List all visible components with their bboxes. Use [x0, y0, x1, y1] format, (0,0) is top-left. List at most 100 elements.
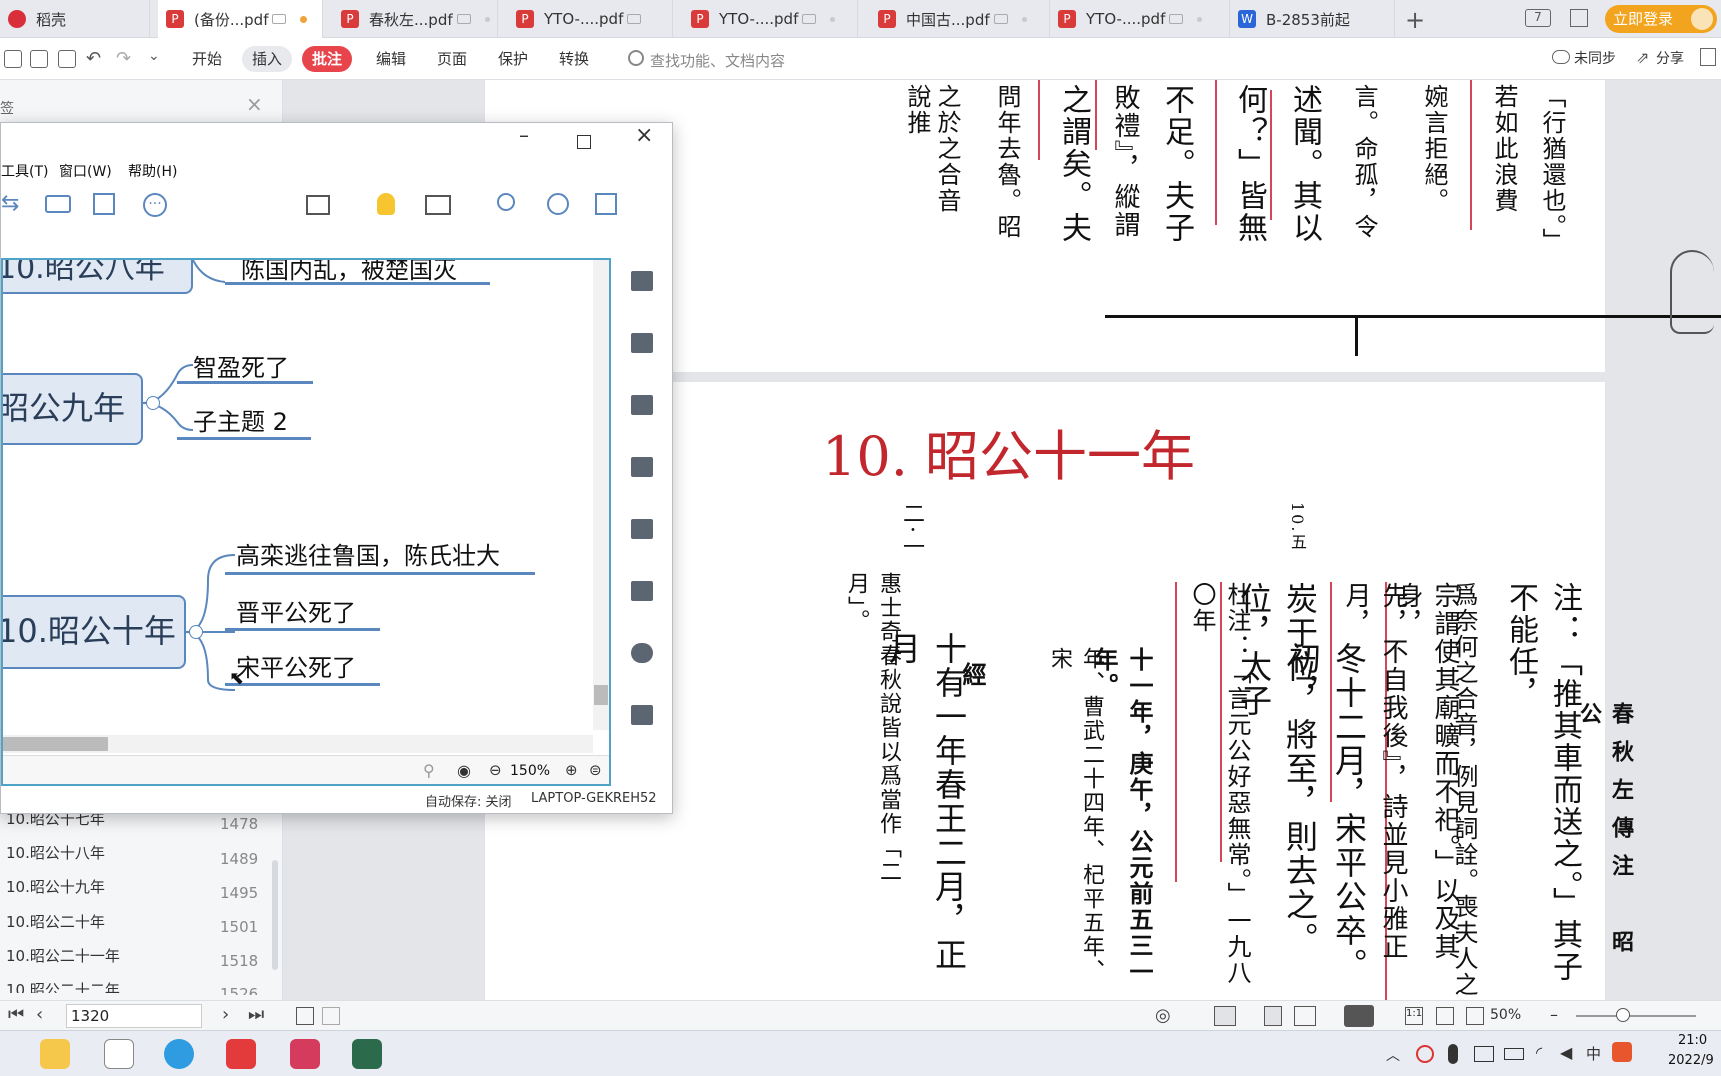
expand-icon[interactable]	[1700, 48, 1716, 66]
maximize-icon[interactable]	[577, 135, 591, 149]
close-window-icon[interactable]: ×	[635, 123, 653, 148]
sync-status[interactable]: 未同步	[1574, 48, 1616, 68]
notes-icon[interactable]	[425, 195, 451, 215]
share-icon[interactable]	[547, 193, 569, 215]
close-dot[interactable]	[1197, 16, 1203, 22]
last-page-icon[interactable]: ⏭	[248, 1004, 264, 1025]
mindmap-subnode[interactable]: 智盈死了	[193, 348, 289, 383]
battery-icon[interactable]	[1504, 1048, 1524, 1060]
swap-icon[interactable]: ⇆	[1, 191, 19, 216]
close-dot[interactable]	[1021, 16, 1027, 22]
menu-start[interactable]: 开始	[182, 46, 232, 72]
play-icon[interactable]	[1344, 1005, 1374, 1027]
mindmap-node[interactable]: 10.昭公十年	[3, 595, 186, 669]
menu-help[interactable]: 帮助(H)	[128, 161, 177, 181]
collapse-toggle[interactable]	[146, 396, 160, 410]
window-badge-icon[interactable]: 7	[1525, 9, 1551, 27]
more-icon[interactable]: ···	[143, 193, 167, 217]
first-page-icon[interactable]: ⏮	[8, 1004, 24, 1025]
outline-item[interactable]: 10.昭公二十年	[6, 911, 105, 932]
export-icon[interactable]	[595, 193, 617, 215]
continuous-icon[interactable]	[1264, 1006, 1282, 1026]
tab-active-pdf[interactable]: P (备份...pdf	[158, 0, 323, 38]
zoom-slider[interactable]	[1576, 1008, 1696, 1022]
format-brush-icon[interactable]	[631, 333, 653, 353]
next-page-icon[interactable]: ›	[222, 1004, 229, 1025]
clock-time[interactable]: 21:0	[1678, 1033, 1707, 1048]
xmind-icon[interactable]	[290, 1039, 320, 1069]
mindmap-node[interactable]: 10.昭公八年	[3, 260, 193, 294]
scroll-thumb[interactable]	[3, 737, 108, 751]
ime-indicator[interactable]: 中	[1586, 1043, 1601, 1064]
record-icon[interactable]	[1416, 1045, 1434, 1063]
forward-icon[interactable]	[322, 1007, 340, 1025]
comment-icon[interactable]	[631, 643, 653, 663]
horizontal-scrollbar[interactable]	[3, 735, 593, 753]
save-icon[interactable]	[30, 50, 48, 68]
open-folder-icon[interactable]	[4, 50, 22, 68]
file-explorer-icon[interactable]	[40, 1039, 70, 1069]
mindmap-subnode[interactable]: 陈国内乱，被楚国灭	[241, 260, 457, 285]
outline-list-icon[interactable]	[631, 271, 653, 291]
zoom-percent[interactable]: 50%	[1490, 1007, 1521, 1023]
menu-annotate[interactable]: 批注	[302, 46, 353, 72]
single-page-icon[interactable]	[1214, 1006, 1236, 1026]
tab-pdf[interactable]: P YTO-....pdf	[683, 0, 858, 38]
menu-edit[interactable]: 编辑	[366, 46, 416, 72]
mindmap-subnode[interactable]: 宋平公死了	[236, 648, 356, 683]
fit-width-icon[interactable]	[1436, 1007, 1454, 1025]
outline-item[interactable]: 10.昭公二十二年	[6, 979, 120, 993]
sidebar-scrollbar[interactable]	[272, 860, 278, 970]
page-number-input[interactable]: 1320 (1416/1834)	[66, 1004, 202, 1047]
menu-insert[interactable]: 插入	[242, 46, 293, 72]
menu-protect[interactable]: 保护	[488, 46, 538, 72]
close-icon[interactable]: ×	[246, 92, 263, 116]
tab-pdf[interactable]: P YTO-....pdf	[1050, 0, 1230, 38]
rotate-icon[interactable]	[1466, 1007, 1484, 1025]
actual-size-icon[interactable]: 1:1	[1405, 1007, 1423, 1025]
undo-icon[interactable]: ↶	[86, 48, 101, 69]
grid-apps-icon[interactable]	[1570, 9, 1588, 27]
filter-icon[interactable]: ⚲	[423, 761, 435, 780]
new-tab-plus-icon[interactable]: +	[1405, 6, 1425, 34]
sogou-icon[interactable]	[1612, 1042, 1632, 1062]
redo-icon[interactable]: ↷	[116, 48, 131, 69]
login-button[interactable]: 立即登录	[1605, 5, 1717, 33]
notepad-icon[interactable]	[104, 1039, 134, 1069]
app-icon[interactable]	[352, 1039, 382, 1069]
minimize-icon[interactable]: –	[519, 123, 529, 147]
layout-icon[interactable]	[45, 195, 71, 213]
share-button[interactable]: 分享	[1656, 48, 1684, 68]
menu-page[interactable]: 页面	[427, 46, 477, 72]
fit-icon[interactable]: ⊜	[589, 761, 602, 779]
wps-icon[interactable]	[226, 1039, 256, 1069]
outline-item[interactable]: 10.昭公十九年	[6, 876, 105, 897]
clipboard-icon[interactable]	[631, 705, 653, 725]
zoom-slider-thumb[interactable]	[1616, 1008, 1630, 1022]
tab-pdf[interactable]: P 中国古...pdf	[870, 0, 1050, 38]
image-icon[interactable]	[631, 395, 653, 415]
document-icon[interactable]	[631, 581, 653, 601]
flag-icon[interactable]	[631, 457, 653, 477]
zoom-out-icon[interactable]: –	[1550, 1005, 1558, 1024]
mindmap-subnode[interactable]: 高栾逃往鲁国，陈氏壮大	[236, 536, 500, 571]
edge-icon[interactable]	[164, 1039, 194, 1069]
close-dot[interactable]	[830, 16, 836, 22]
tab-pdf[interactable]: P YTO-....pdf	[508, 0, 673, 38]
display-icon[interactable]	[1474, 1046, 1494, 1062]
search-input[interactable]: 查找功能、文档内容	[650, 50, 785, 71]
close-dot[interactable]	[484, 16, 490, 22]
prev-page-icon[interactable]: ‹	[36, 1004, 43, 1025]
wifi-icon[interactable]: ◜	[1536, 1043, 1542, 1062]
mindmap-canvas[interactable]: 10.昭公八年 陈国内乱，被楚国灭 昭公九年 智盈死了 子主题 2 10.昭公十…	[1, 258, 611, 786]
mic-icon[interactable]	[1448, 1044, 1458, 1064]
zoom-out-icon[interactable]: ⊖	[489, 761, 502, 779]
menu-convert[interactable]: 转换	[549, 46, 599, 72]
clock-date[interactable]: 2022/9	[1668, 1053, 1714, 1068]
menu-tools[interactable]: 工具(T)	[1, 161, 48, 181]
volume-icon[interactable]: ◀	[1560, 1043, 1572, 1062]
more-chevron-icon[interactable]: ⌄	[148, 48, 160, 64]
lightbulb-icon[interactable]	[377, 193, 395, 215]
tab-pdf[interactable]: P 春秋左...pdf	[333, 0, 498, 38]
tab-docer[interactable]: 稻壳	[0, 0, 150, 38]
